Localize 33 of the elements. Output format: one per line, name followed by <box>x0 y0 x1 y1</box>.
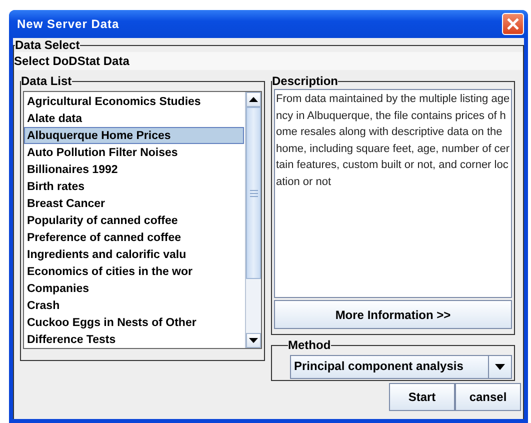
list-item[interactable]: Auto Pollution Filter Noises <box>24 144 244 161</box>
scroll-down-icon[interactable] <box>249 338 258 343</box>
more-information-button[interactable]: More Information >> <box>274 300 512 329</box>
list-item[interactable]: Birth rates <box>24 178 244 195</box>
group-label: Data Select <box>15 38 80 52</box>
window-title: New Server Data <box>17 17 120 31</box>
group-label: Description <box>272 74 338 88</box>
section-label: Select DoDStat Data <box>14 54 130 68</box>
list-item[interactable]: Cuckoo Eggs in Nests of Other <box>24 314 244 331</box>
cancel-button[interactable]: cansel <box>455 383 521 411</box>
group-label: Data List <box>21 74 72 88</box>
start-button[interactable]: Start <box>389 383 455 411</box>
list-item[interactable]: Difference Tests <box>24 331 244 348</box>
method-dropdown[interactable]: Principal component analysis <box>290 355 512 379</box>
group-label: Method <box>288 338 331 352</box>
scrollbar[interactable] <box>245 92 261 348</box>
list-item[interactable]: Billionaires 1992 <box>24 161 244 178</box>
list-item[interactable]: Popularity of canned coffee <box>24 212 244 229</box>
list-item[interactable]: Preference of canned coffee <box>24 229 244 246</box>
list-item[interactable]: Breast Cancer <box>24 195 244 212</box>
close-button[interactable] <box>502 13 524 35</box>
list-item[interactable]: Albuquerque Home Prices <box>24 127 244 144</box>
list-item[interactable]: Economics of cities in the wor <box>24 263 244 280</box>
list-item[interactable]: Companies <box>24 280 244 297</box>
list-item[interactable]: Alate data <box>24 110 244 127</box>
description-text: From data maintained by the multiple listing agency in Albuquerque, the file contains prices of home resales along with descriptive data on the home, including square feet, age, number of certain features, custom built or not, and corner location or not <box>276 93 510 188</box>
close-icon <box>506 17 520 31</box>
scrollbar-thumb[interactable] <box>246 107 261 279</box>
list-item[interactable]: Crash <box>24 297 244 314</box>
list-item[interactable]: Ingredients and calorific valu <box>24 246 244 263</box>
list-item[interactable]: Agricultural Economics Studies <box>24 93 244 110</box>
dropdown-arrow-icon <box>495 364 505 370</box>
scroll-up-icon[interactable] <box>249 97 258 102</box>
